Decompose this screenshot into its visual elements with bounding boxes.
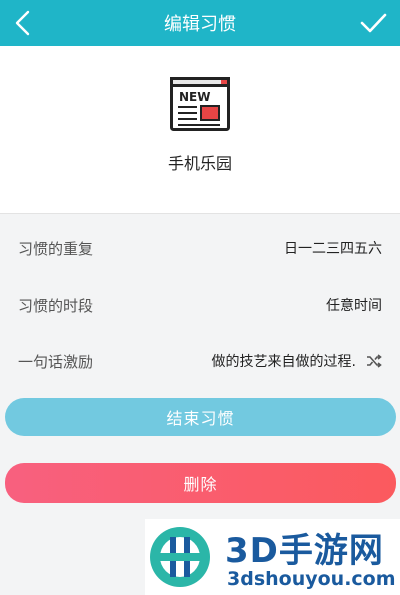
top-bar: 编辑习惯 bbox=[0, 0, 400, 46]
row-motivation[interactable]: 一句话激励 做的技艺来自做的过程. bbox=[0, 333, 400, 389]
delete-button[interactable]: 删除 bbox=[5, 463, 396, 503]
row-time-period[interactable]: 习惯的时段 任意时间 bbox=[0, 277, 400, 333]
svg-text:NEW: NEW bbox=[179, 90, 210, 104]
back-arrow-icon[interactable] bbox=[8, 7, 38, 39]
row-repeat[interactable]: 习惯的重复 日一二三四五六 bbox=[0, 220, 400, 276]
row-motivation-value-wrap: 做的技艺来自做的过程. bbox=[212, 351, 382, 371]
row-motivation-value: 做的技艺来自做的过程. bbox=[211, 354, 356, 370]
habit-header: NEW 手机乐园 bbox=[0, 46, 400, 214]
row-repeat-value: 日一二三四五六 bbox=[284, 241, 382, 257]
end-habit-button[interactable]: 结束习惯 bbox=[5, 398, 396, 436]
row-motivation-label: 一句话激励 bbox=[18, 352, 94, 371]
watermark-logo-icon bbox=[150, 527, 210, 587]
confirm-check-icon[interactable] bbox=[358, 8, 388, 38]
page-title: 编辑习惯 bbox=[164, 14, 236, 35]
watermark: 3D手游网 3dshouyou.com bbox=[145, 519, 400, 595]
shuffle-icon[interactable] bbox=[366, 354, 382, 368]
watermark-brand: 3D手游网 bbox=[225, 531, 384, 571]
watermark-url: 3dshouyou.com bbox=[227, 568, 396, 590]
row-repeat-label: 习惯的重复 bbox=[18, 239, 94, 258]
row-time-value: 任意时间 bbox=[326, 298, 382, 314]
newspaper-icon[interactable]: NEW bbox=[170, 77, 230, 131]
habit-name: 手机乐园 bbox=[167, 154, 232, 173]
row-time-label: 习惯的时段 bbox=[18, 296, 94, 315]
